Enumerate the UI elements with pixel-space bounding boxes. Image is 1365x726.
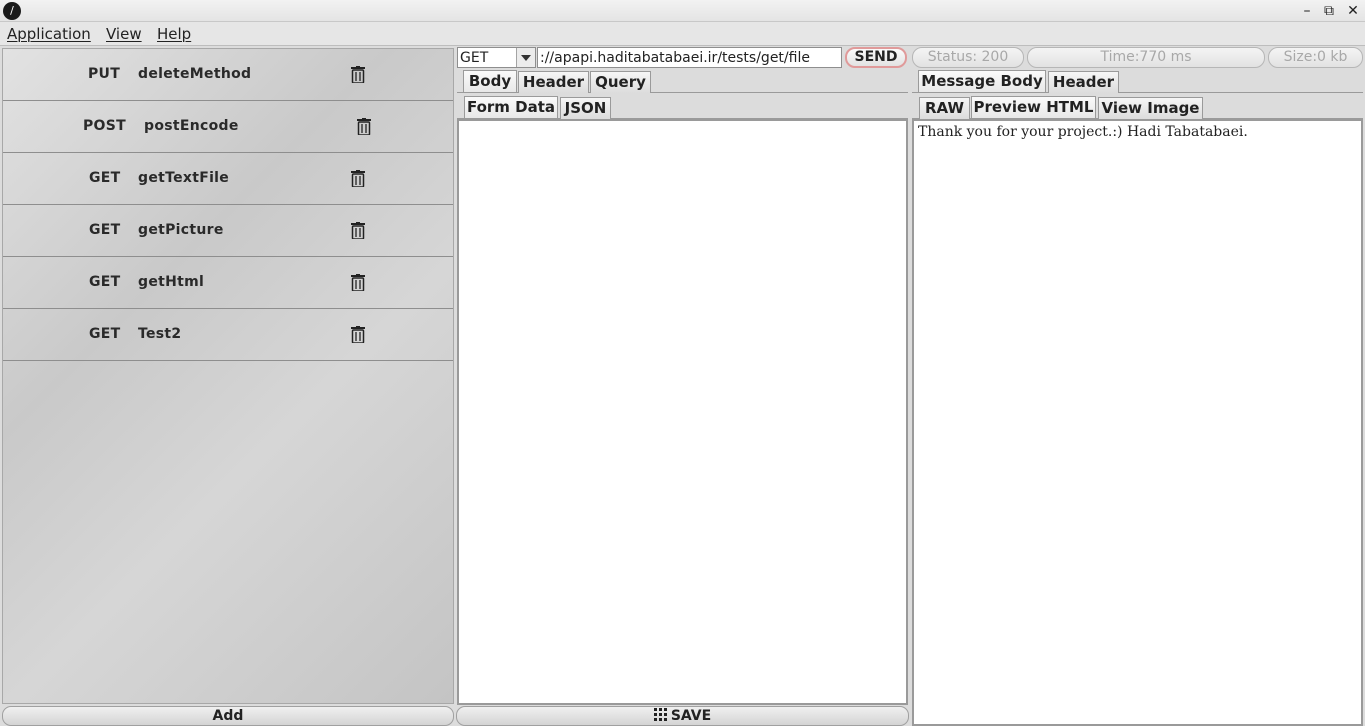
save-label: SAVE bbox=[670, 708, 712, 724]
minimize-icon[interactable]: – bbox=[1297, 1, 1317, 21]
request-method: GET bbox=[89, 222, 121, 238]
response-preview-panel bbox=[912, 119, 1363, 726]
tab-view-image[interactable]: View Image bbox=[1098, 97, 1203, 119]
request-method: GET bbox=[89, 326, 121, 342]
request-method: POST bbox=[83, 118, 126, 134]
form-data-panel[interactable] bbox=[457, 119, 908, 705]
tab-message-body[interactable]: Message Body bbox=[918, 70, 1046, 92]
menu-help[interactable]: Help bbox=[157, 25, 191, 43]
request-item-test2[interactable]: GET Test2 bbox=[3, 309, 453, 361]
tab-json[interactable]: JSON bbox=[560, 97, 611, 119]
request-item-gettextfile[interactable]: GET getTextFile bbox=[3, 153, 453, 205]
title-bar: / – ⧉ ✕ bbox=[0, 0, 1365, 22]
request-item-postencode[interactable]: POST postEncode bbox=[3, 101, 453, 153]
method-select[interactable]: GET bbox=[457, 47, 536, 68]
tab-query[interactable]: Query bbox=[590, 71, 651, 93]
tab-response-header[interactable]: Header bbox=[1048, 71, 1119, 93]
tab-body[interactable]: Body bbox=[463, 70, 517, 92]
trash-icon[interactable] bbox=[351, 66, 365, 83]
response-body-text: Thank you for your project.:) Hadi Tabat… bbox=[918, 124, 1248, 140]
request-list: PUT deleteMethod POST postEncode GET get… bbox=[2, 48, 454, 704]
chevron-down-icon[interactable] bbox=[516, 48, 535, 67]
close-icon[interactable]: ✕ bbox=[1343, 1, 1363, 21]
request-name: Test2 bbox=[138, 326, 182, 342]
save-button[interactable]: SAVE bbox=[456, 706, 909, 726]
request-item-gethtml[interactable]: GET getHtml bbox=[3, 257, 453, 309]
size-badge: Size:0 kb bbox=[1268, 47, 1363, 68]
response-tab-strip bbox=[912, 92, 1363, 93]
grid-icon bbox=[653, 708, 667, 721]
request-method: PUT bbox=[88, 66, 121, 82]
request-name: deleteMethod bbox=[138, 66, 252, 82]
menu-view[interactable]: View bbox=[106, 25, 142, 43]
status-badge: Status: 200 bbox=[912, 47, 1024, 68]
tab-header[interactable]: Header bbox=[518, 71, 589, 93]
tab-preview-html[interactable]: Preview HTML bbox=[971, 96, 1096, 118]
app-icon: / bbox=[3, 2, 21, 20]
request-method: GET bbox=[89, 274, 121, 290]
trash-icon[interactable] bbox=[351, 326, 365, 343]
method-value: GET bbox=[460, 50, 489, 66]
menu-bar: Application View Help bbox=[0, 22, 1365, 46]
request-name: getTextFile bbox=[138, 170, 230, 186]
request-item-getpicture[interactable]: GET getPicture bbox=[3, 205, 453, 257]
request-name: getHtml bbox=[138, 274, 205, 290]
trash-icon[interactable] bbox=[351, 222, 365, 239]
request-item-deletemethod[interactable]: PUT deleteMethod bbox=[3, 49, 453, 101]
trash-icon[interactable] bbox=[351, 170, 365, 187]
request-name: postEncode bbox=[144, 118, 239, 134]
send-button[interactable]: SEND bbox=[845, 47, 907, 68]
request-name: getPicture bbox=[138, 222, 224, 238]
trash-icon[interactable] bbox=[351, 274, 365, 291]
tab-form-data[interactable]: Form Data bbox=[464, 96, 558, 118]
trash-icon[interactable] bbox=[357, 118, 371, 135]
tab-raw[interactable]: RAW bbox=[919, 97, 970, 119]
menu-application[interactable]: Application bbox=[7, 25, 91, 43]
time-badge: Time:770 ms bbox=[1027, 47, 1265, 68]
maximize-icon[interactable]: ⧉ bbox=[1319, 1, 1339, 21]
add-request-button[interactable]: Add bbox=[2, 706, 454, 726]
url-input[interactable] bbox=[537, 47, 842, 68]
request-method: GET bbox=[89, 170, 121, 186]
